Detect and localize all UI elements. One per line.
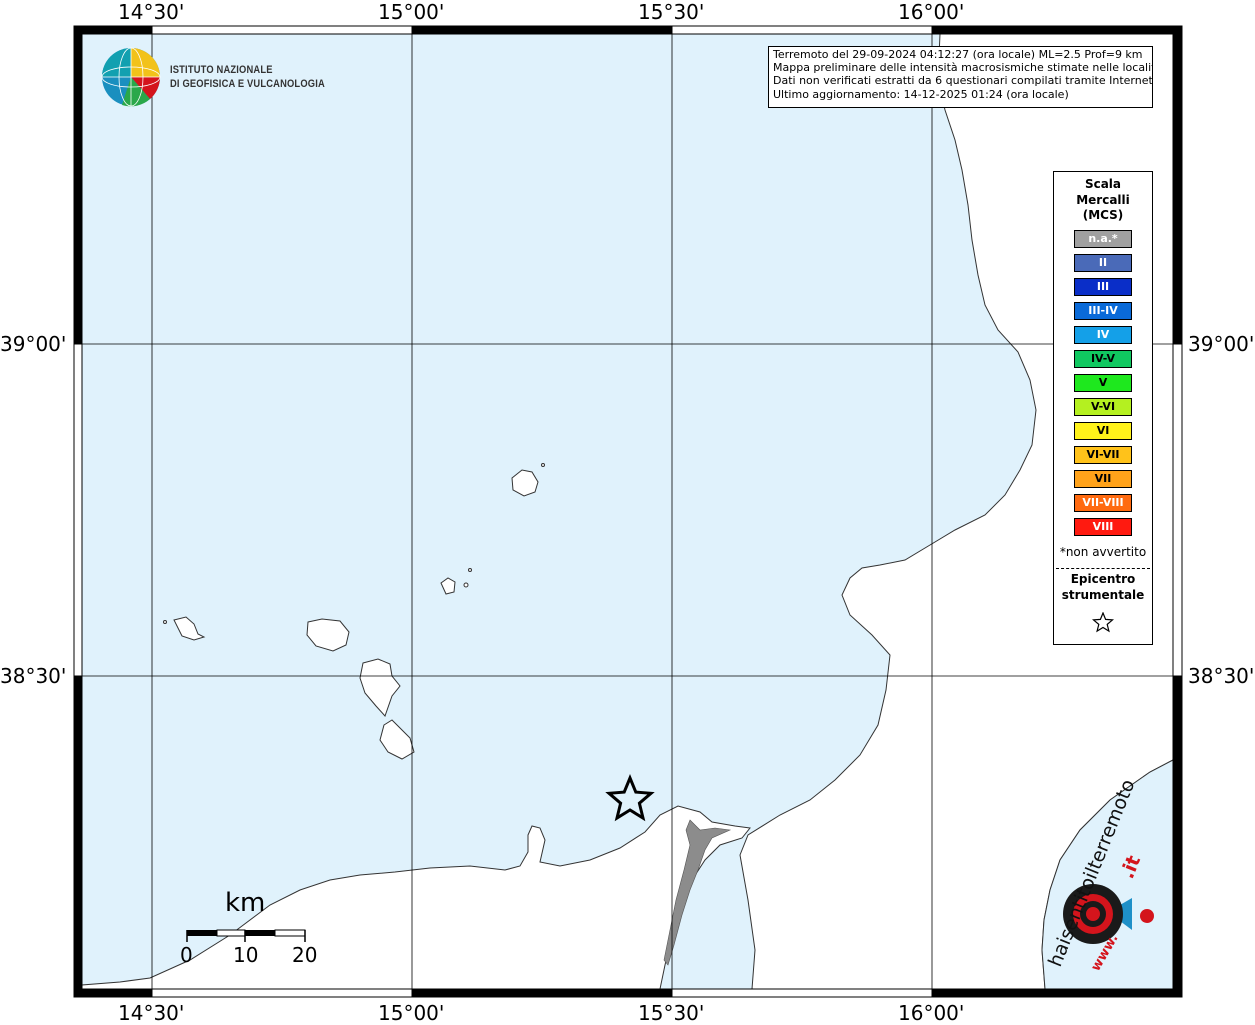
logo-line-2: DI GEOFISICA E VULCANOLOGIA xyxy=(170,78,325,90)
lon-label-1530-bottom: 15°30' xyxy=(638,1001,705,1025)
logo-line-1: ISTITUTO NAZIONALE xyxy=(170,64,273,76)
lon-label-1530-top: 15°30' xyxy=(638,0,705,24)
legend-swatch: III-IV xyxy=(1074,302,1132,320)
legend-swatch: VI-VII xyxy=(1074,446,1132,464)
lat-label-3830-left: 38°30' xyxy=(0,664,67,688)
island-islet xyxy=(468,568,472,572)
legend-swatch: n.a.* xyxy=(1074,230,1132,248)
island-strombolicchio xyxy=(541,463,545,467)
lat-label-3830-right: 38°30' xyxy=(1188,664,1255,688)
event-info-line-4: Ultimo aggiornamento: 14-12-2025 01:24 (… xyxy=(773,87,1069,101)
legend-note: *non avvertito xyxy=(1059,545,1147,559)
legend-swatch: VI xyxy=(1074,422,1132,440)
lat-label-3900-left: 39°00' xyxy=(0,332,67,356)
scale-tick-10: 10 xyxy=(233,943,259,967)
legend-swatch: IV xyxy=(1074,326,1132,344)
legend-swatch: VII xyxy=(1074,470,1132,488)
island-islet-west xyxy=(163,620,167,624)
scale-tick-20: 20 xyxy=(292,943,318,967)
legend-swatch: II xyxy=(1074,254,1132,272)
ingv-globe-icon xyxy=(101,47,161,107)
scale-tick-0: 0 xyxy=(180,943,193,967)
legend-swatch: V xyxy=(1074,374,1132,392)
legend-title-line-2: Mercalli xyxy=(1076,192,1130,207)
lon-label-1500-top: 15°00' xyxy=(378,0,445,24)
legend-title: Scala Mercalli (MCS) xyxy=(1054,177,1152,224)
legend-star-icon xyxy=(1092,612,1114,633)
legend-swatch: VIII xyxy=(1074,518,1132,536)
legend-swatch: III xyxy=(1074,278,1132,296)
legend-epicenter-line-1: Epicentro xyxy=(1070,572,1136,586)
legend-title-line-1: Scala xyxy=(1084,177,1122,191)
intensity-legend: Scala Mercalli (MCS) n.a.* II III III-IV IV I… xyxy=(1053,171,1153,645)
lon-label-1500-bottom: 15°00' xyxy=(378,1001,445,1025)
island-basiluzzo xyxy=(463,582,469,588)
legend-swatch: VII-VIII xyxy=(1074,494,1132,512)
scale-unit: km xyxy=(225,888,266,918)
lon-label-1600-bottom: 16°00' xyxy=(898,1001,965,1025)
event-info-line-2: Mappa preliminare delle intensità macros… xyxy=(773,61,1153,75)
legend-title-line-3: (MCS) xyxy=(1082,208,1124,222)
lat-label-3900-right: 39°00' xyxy=(1188,332,1255,356)
event-info-box: Terremoto del 29-09-2024 04:12:27 (ora l… xyxy=(768,46,1153,108)
event-info-line-3: Dati non verificati estratti da 6 questi… xyxy=(773,74,1153,88)
legend-swatch: IV-V xyxy=(1074,350,1132,368)
legend-swatch: V-VI xyxy=(1074,398,1132,416)
event-info-line-1: Terremoto del 29-09-2024 04:12:27 (ora l… xyxy=(773,48,1143,61)
legend-divider xyxy=(1056,568,1150,569)
legend-epicenter-line-2: strumentale xyxy=(1061,588,1145,602)
lon-label-1600-top: 16°00' xyxy=(898,0,965,24)
lon-label-1430-bottom: 14°30' xyxy=(118,1001,185,1025)
lon-label-1430-top: 14°30' xyxy=(118,0,185,24)
